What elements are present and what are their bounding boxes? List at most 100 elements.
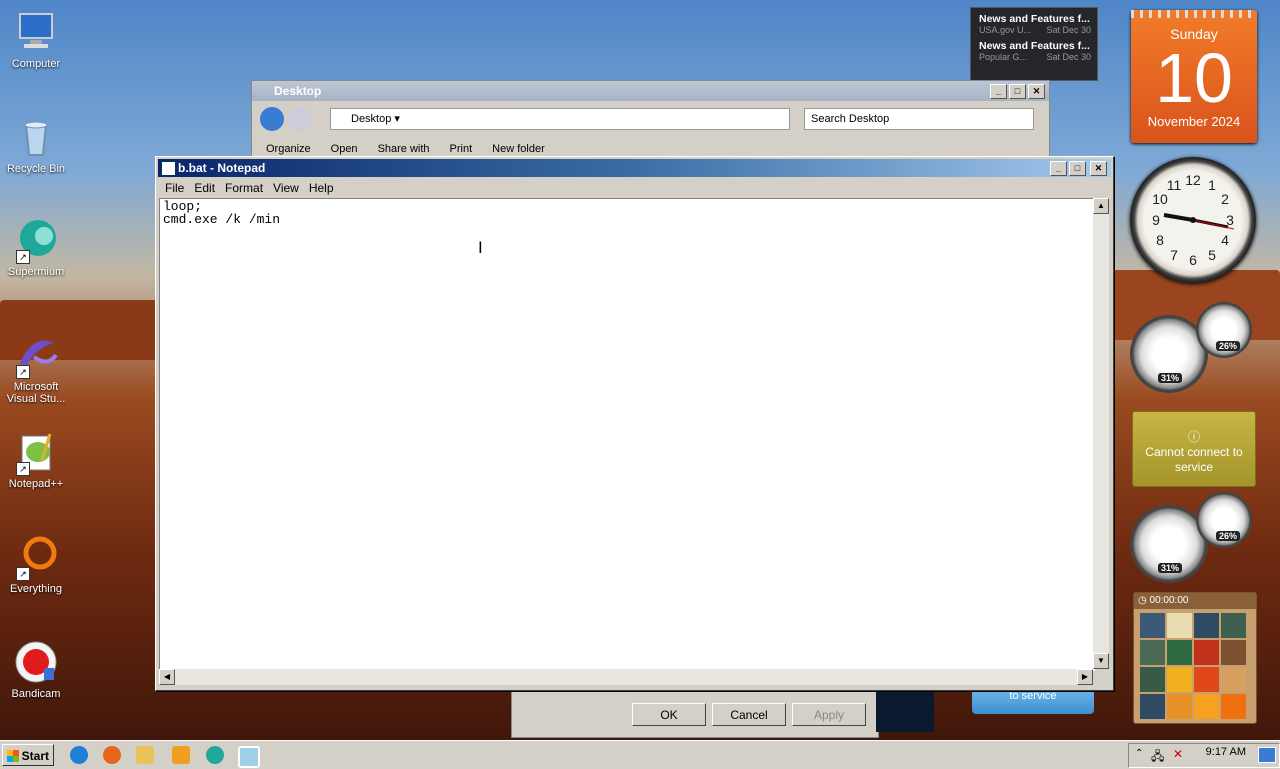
everything-icon: ↗ <box>14 535 58 581</box>
maximize-button[interactable]: □ <box>1009 84 1026 99</box>
puzzle-tile[interactable] <box>1221 613 1246 638</box>
apply-button[interactable]: Apply <box>792 703 866 726</box>
desktop-icon-label: Computer <box>11 58 61 70</box>
notepad-window[interactable]: b.bat - Notepad _ □ ✕ File Edit Format V… <box>155 156 1114 691</box>
cpu-meter-gadget[interactable]: 31% 26% <box>1130 490 1256 585</box>
desktop-icon-bandicam[interactable]: Bandicam <box>0 640 72 700</box>
weather-gadget-partial[interactable]: to service <box>972 690 1094 714</box>
puzzle-tile[interactable] <box>1221 640 1246 665</box>
internet-explorer-icon[interactable] <box>70 746 88 764</box>
search-input[interactable]: Search Desktop <box>804 108 1034 130</box>
puzzle-tile[interactable] <box>1140 667 1165 692</box>
organize-button[interactable]: Organize <box>266 143 311 155</box>
scroll-left-button[interactable]: ◀ <box>159 669 175 685</box>
ok-button[interactable]: OK <box>632 703 706 726</box>
desktop-icon-recycle-bin[interactable]: Recycle Bin <box>0 115 72 175</box>
puzzle-tile[interactable] <box>1140 694 1165 719</box>
weather-gadget[interactable]: ⓘ Cannot connect to service <box>1132 411 1256 487</box>
menu-edit[interactable]: Edit <box>189 179 220 197</box>
calendar-month-year: November 2024 <box>1147 114 1241 129</box>
ram-gauge: 26% <box>1196 302 1252 358</box>
picture-puzzle-gadget[interactable]: ◷ 00:00:00 <box>1133 592 1257 724</box>
windows-logo-icon <box>7 750 19 762</box>
minimize-button[interactable]: _ <box>1050 161 1067 176</box>
share-with-button[interactable]: Share with <box>378 143 430 155</box>
media-player-icon[interactable] <box>172 746 190 764</box>
news-item[interactable]: News and Features f... Popular G... Sat D… <box>971 35 1097 62</box>
cancel-button[interactable]: Cancel <box>712 703 786 726</box>
forward-button[interactable] <box>288 107 312 131</box>
desktop-icon-visual-studio[interactable]: ↗ Microsoft Visual Stu... <box>0 333 72 405</box>
timer-icon: ◷ <box>1138 595 1150 606</box>
puzzle-tile[interactable] <box>1194 640 1219 665</box>
network-icon[interactable]: 🖧 <box>1151 747 1164 768</box>
taskbar-clock[interactable]: 9:17 AM <box>1206 746 1246 758</box>
print-button[interactable]: Print <box>450 143 473 155</box>
volume-muted-icon[interactable]: ✕ <box>1173 747 1183 761</box>
menu-file[interactable]: File <box>160 179 189 197</box>
explorer-title-bar[interactable]: Desktop _ □ ✕ <box>252 81 1049 101</box>
news-item[interactable]: News and Features f... USA.gov U... Sat D… <box>971 8 1097 35</box>
menu-format[interactable]: Format <box>220 179 268 197</box>
horizontal-scrollbar[interactable]: ◀ ▶ <box>159 669 1093 685</box>
close-button[interactable]: ✕ <box>1028 84 1045 99</box>
cpu-percent: 31% <box>1158 373 1183 383</box>
analog-clock-gadget[interactable]: 12 1 2 3 4567 8 9 10 11 <box>1130 157 1256 283</box>
shortcut-arrow-icon: ↗ <box>16 462 30 476</box>
weather-message: Cannot connect to service <box>1145 445 1243 474</box>
puzzle-tile[interactable] <box>1167 667 1192 692</box>
puzzle-tile[interactable] <box>1194 694 1219 719</box>
puzzle-tile[interactable] <box>1140 613 1165 638</box>
open-button[interactable]: Open <box>331 143 358 155</box>
desktop-icon-supermium[interactable]: ↗ Supermium <box>0 218 72 278</box>
notepad-title-bar[interactable]: b.bat - Notepad _ □ ✕ <box>158 159 1111 177</box>
back-button[interactable] <box>260 107 284 131</box>
properties-dialog[interactable]: OK Cancel Apply <box>511 690 879 738</box>
notepad-title: b.bat - Notepad <box>178 161 266 175</box>
puzzle-tile[interactable] <box>1167 640 1192 665</box>
clock-face-icon: 12 123 4567 891011 <box>1152 172 1235 268</box>
news-gadget[interactable]: News and Features f... USA.gov U... Sat D… <box>970 7 1098 81</box>
puzzle-tile[interactable] <box>1221 694 1246 719</box>
cpu-meter-gadget[interactable]: 31% 26% <box>1130 300 1256 395</box>
close-button[interactable]: ✕ <box>1090 161 1107 176</box>
puzzle-tile[interactable] <box>1167 613 1192 638</box>
desktop-icon-everything[interactable]: ↗ Everything <box>0 535 72 595</box>
puzzle-tile[interactable] <box>1167 694 1192 719</box>
editor-content[interactable]: loop; cmd.exe /k /min <box>160 199 1094 227</box>
desktop-icon-label: Supermium <box>7 266 65 278</box>
desktop-icon-computer[interactable]: Computer <box>0 10 72 70</box>
minimize-button[interactable]: _ <box>990 84 1007 99</box>
desktop-icon-notepadplusplus[interactable]: ↗ Notepad++ <box>0 430 72 490</box>
file-explorer-icon[interactable] <box>136 746 154 764</box>
svg-text:9: 9 <box>1152 212 1160 228</box>
svg-text:10: 10 <box>1152 191 1168 207</box>
show-desktop-icon[interactable] <box>1258 747 1276 763</box>
supermium-taskbar-icon[interactable] <box>206 746 224 764</box>
puzzle-tile[interactable] <box>1194 613 1219 638</box>
maximize-button[interactable]: □ <box>1069 161 1086 176</box>
notepadplusplus-icon: ↗ <box>14 430 58 476</box>
ram-percent: 26% <box>1216 531 1241 541</box>
puzzle-tile[interactable] <box>1221 667 1246 692</box>
menu-help[interactable]: Help <box>304 179 339 197</box>
scroll-down-button[interactable]: ▼ <box>1093 653 1109 669</box>
scroll-right-button[interactable]: ▶ <box>1077 669 1093 685</box>
firefox-icon[interactable] <box>103 746 121 764</box>
puzzle-grid[interactable] <box>1140 613 1250 719</box>
puzzle-tile[interactable] <box>1140 640 1165 665</box>
new-folder-button[interactable]: New folder <box>492 143 545 155</box>
notepad-taskbar-button[interactable] <box>238 746 260 768</box>
menu-view[interactable]: View <box>268 179 304 197</box>
start-label: Start <box>21 749 49 763</box>
show-hidden-icons-icon[interactable]: ⌃ <box>1135 748 1143 759</box>
calendar-gadget[interactable]: Sunday 10 November 2024 <box>1131 10 1257 143</box>
address-bar[interactable]: Desktop ▾ <box>330 108 790 130</box>
news-source: USA.gov U... <box>979 25 1032 35</box>
start-button[interactable]: Start <box>2 744 54 766</box>
puzzle-tile[interactable] <box>1194 667 1219 692</box>
scroll-up-button[interactable]: ▲ <box>1093 198 1109 214</box>
text-editor-area[interactable]: loop; cmd.exe /k /min <box>159 198 1095 671</box>
vertical-scrollbar[interactable]: ▲ ▼ <box>1093 198 1109 669</box>
taskbar: Start ⌃ 🖧 ✕ 9:17 AM <box>0 740 1280 769</box>
